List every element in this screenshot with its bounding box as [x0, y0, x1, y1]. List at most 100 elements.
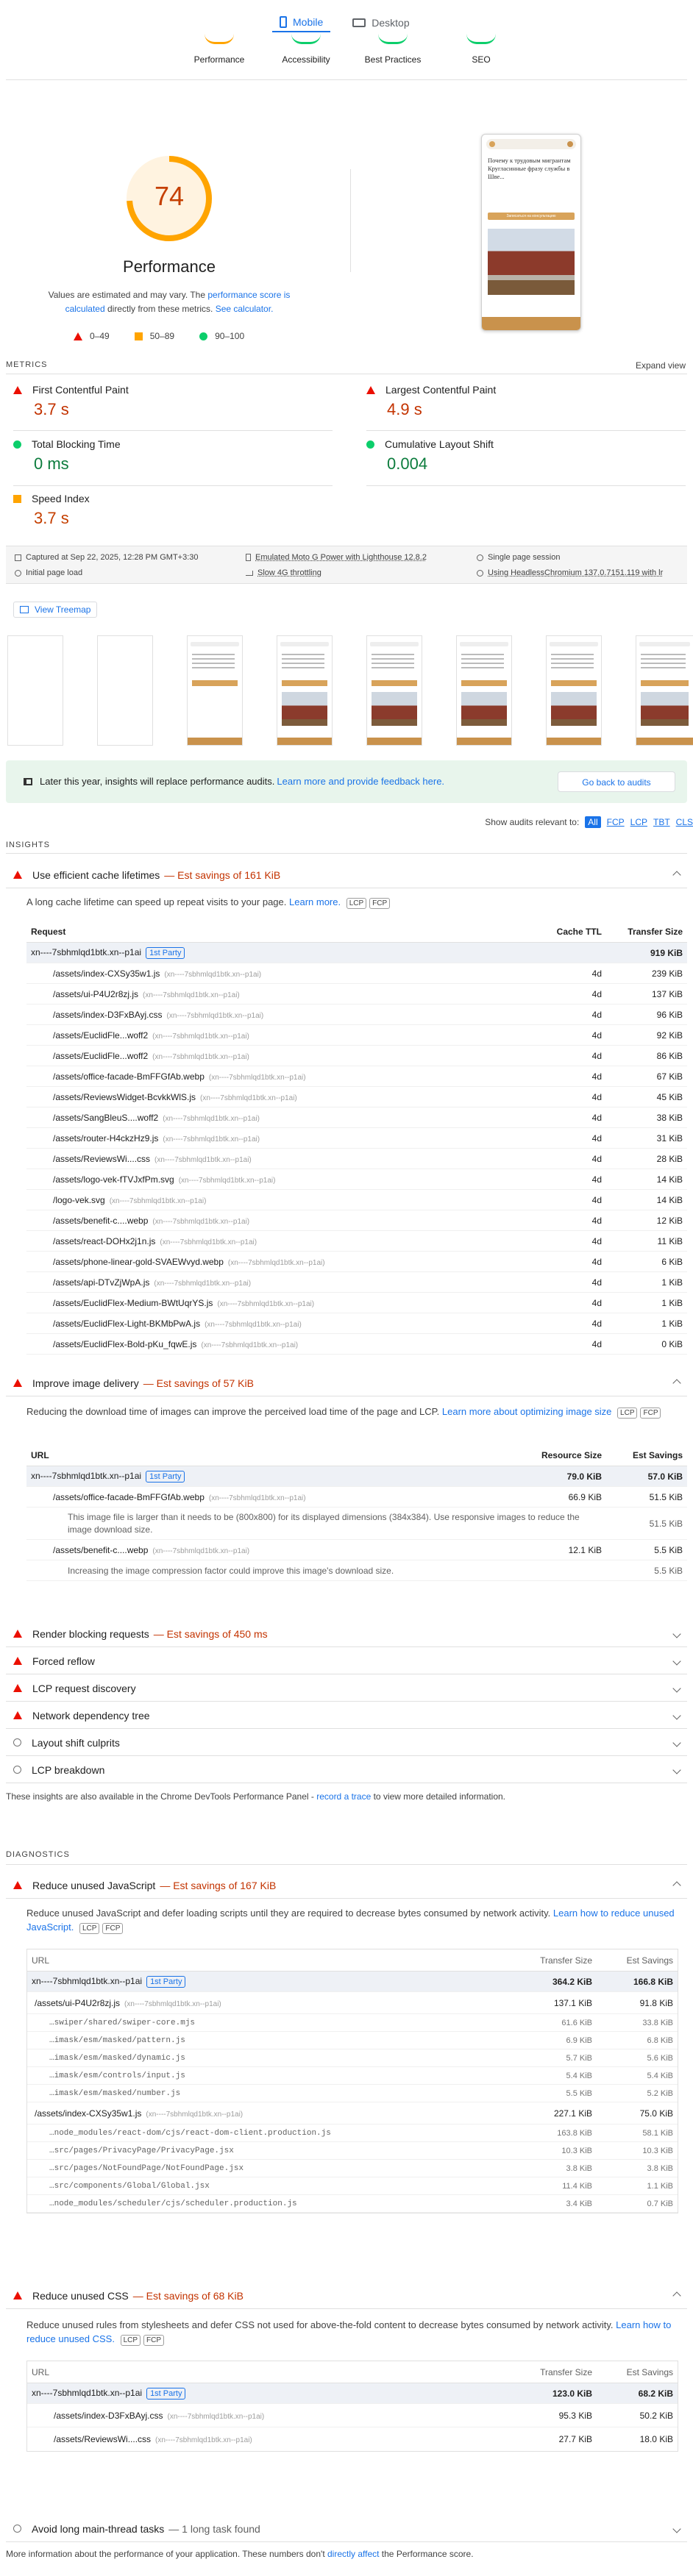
filmstrip-frame: [97, 635, 153, 746]
directly-affect-link[interactable]: directly affect: [327, 2549, 379, 2559]
expand-chevron-icon[interactable]: [672, 1738, 681, 1747]
row-url[interactable]: /assets/api-DTvZjWpA.js: [53, 1277, 149, 1288]
row-url[interactable]: /assets/logo-vek-fTVJxfPm.svg: [53, 1174, 174, 1185]
row-url[interactable]: /logo-vek.svg: [53, 1195, 105, 1205]
emulated-device[interactable]: Emulated Moto G Power with Lighthouse 12…: [255, 553, 427, 562]
filter-all[interactable]: All: [585, 816, 601, 828]
row-url[interactable]: /assets/index-CXSy35w1.js: [35, 2108, 141, 2119]
audit-collapsed[interactable]: Network dependency tree: [6, 1702, 687, 1729]
metric-lcp: Largest Contentful Paint 4.9 s: [366, 384, 675, 419]
row-origin: (xn----7sbhmlqd1btk.xn--p1ai): [154, 1155, 252, 1164]
go-back-to-audits-button[interactable]: Go back to audits: [558, 771, 675, 792]
category-tab-performance[interactable]: Performance: [184, 34, 255, 65]
filter-tbt[interactable]: TBT: [653, 817, 670, 827]
row-cache-ttl: 4d: [591, 1318, 602, 1329]
audit-cache-lifetimes[interactable]: Use efficient cache lifetimes — Est savi…: [6, 862, 687, 888]
row-url[interactable]: /assets/router-H4ckzHz9.js: [53, 1133, 158, 1143]
row-url[interactable]: /assets/ui-P4U2r8zj.js: [35, 1998, 120, 2008]
row-url[interactable]: /assets/office-facade-BmFFGfAb.webp: [53, 1492, 205, 1502]
audit-title: Layout shift culprits: [32, 1736, 120, 1749]
row-url[interactable]: /assets/EuclidFlex-Light-BKMbPwA.js: [53, 1319, 200, 1329]
table-row: /assets/index-D3FxBAyj.css (xn----7sbhmlq…: [27, 2404, 678, 2427]
source-size: 11.4 KiB: [562, 2181, 592, 2191]
tab-desktop-label: Desktop: [372, 17, 410, 29]
row-url[interactable]: /assets/index-D3FxBAyj.css: [54, 2411, 163, 2421]
learn-more-link[interactable]: Learn more about optimizing image size: [442, 1406, 612, 1417]
row-url[interactable]: /assets/benefit-c....webp: [53, 1545, 148, 1555]
category-tab-seo[interactable]: SEO: [446, 34, 516, 65]
row-url[interactable]: /assets/phone-linear-gold-SVAEWvyd.webp: [53, 1257, 224, 1267]
row-url[interactable]: /assets/ui-P4U2r8zj.js: [53, 989, 138, 999]
notice-feedback-link[interactable]: Learn more and provide feedback here.: [277, 776, 444, 787]
row-url[interactable]: /assets/EuclidFlex-Medium-BWtUqrYS.js: [53, 1298, 213, 1308]
audit-image-delivery[interactable]: Improve image delivery — Est savings of …: [6, 1370, 687, 1396]
table-subrow: This image file is larger than it needs …: [26, 1508, 687, 1540]
row-url[interactable]: /assets/EuclidFle...woff2: [53, 1051, 148, 1061]
row-url[interactable]: /assets/benefit-c....webp: [53, 1216, 148, 1226]
insights-footer-text: These insights are also available in the…: [6, 1791, 317, 1802]
table-row: /assets/EuclidFle...woff2 (xn----7sbhmlqd…: [26, 1025, 687, 1046]
collapse-chevron-icon[interactable]: [672, 1378, 681, 1388]
tab-desktop[interactable]: Desktop: [345, 14, 416, 32]
expand-chevron-icon[interactable]: [672, 1629, 681, 1638]
audit-title: Use efficient cache lifetimes: [32, 868, 160, 881]
audit-title: Reduce unused JavaScript: [32, 1879, 156, 1891]
calculator-link[interactable]: See calculator.: [216, 304, 274, 314]
audit-collapsed[interactable]: LCP breakdown: [6, 1757, 687, 1783]
record-trace-link[interactable]: record a trace: [316, 1791, 371, 1802]
source-size: 163.8 KiB: [557, 2128, 592, 2138]
row-url[interactable]: /assets/index-CXSy35w1.js: [53, 968, 160, 979]
expand-view-link[interactable]: Expand view: [636, 360, 686, 371]
audit-collapsed[interactable]: Forced reflow: [6, 1648, 687, 1674]
collapse-chevron-icon[interactable]: [672, 870, 681, 880]
row-url[interactable]: /assets/react-DOHx2j1n.js: [53, 1236, 155, 1246]
expand-chevron-icon[interactable]: [672, 1656, 681, 1666]
audit-collapsed[interactable]: Layout shift culprits: [6, 1730, 687, 1756]
row-savings: 75.0 KiB: [639, 2108, 673, 2119]
collapse-chevron-icon[interactable]: [672, 2291, 681, 2300]
table-row: /assets/api-DTvZjWpA.js (xn----7sbhmlqd1b…: [26, 1272, 687, 1293]
row-url[interactable]: /assets/office-facade-BmFFGfAb.webp: [53, 1071, 205, 1082]
row-url[interactable]: /assets/ReviewsWidget-BcvkkWlS.js: [53, 1092, 196, 1102]
divider: [13, 430, 333, 431]
audit-collapsed[interactable]: Render blocking requests — Est savings of…: [6, 1621, 687, 1647]
row-url[interactable]: /assets/index-D3FxBAyj.css: [53, 1010, 163, 1020]
row-origin: (xn----7sbhmlqd1btk.xn--p1ai): [166, 1011, 264, 1020]
expand-chevron-icon[interactable]: [672, 1765, 681, 1774]
insights-footer: These insights are also available in the…: [6, 1791, 505, 1802]
row-url[interactable]: /assets/EuclidFle...woff2: [53, 1030, 148, 1041]
tag-fcp: FCP: [369, 898, 391, 909]
col-url: URL: [32, 1955, 50, 1966]
expand-chevron-icon[interactable]: [672, 2524, 681, 2533]
filter-lcp[interactable]: LCP: [630, 817, 647, 827]
row-url[interactable]: /assets/ReviewsWi....css: [54, 2434, 151, 2444]
audit-description: Reduce unused JavaScript and defer loadi…: [26, 1906, 678, 1934]
tab-mobile[interactable]: Mobile: [272, 13, 331, 32]
filter-fcp[interactable]: FCP: [607, 817, 625, 827]
audit-unused-css[interactable]: Reduce unused CSS — Est savings of 68 Ki…: [6, 2283, 687, 2309]
average-square-icon: [134, 332, 143, 340]
view-treemap-button[interactable]: View Treemap: [13, 602, 98, 618]
expand-chevron-icon[interactable]: [672, 1683, 681, 1693]
expand-chevron-icon[interactable]: [672, 1710, 681, 1720]
row-url[interactable]: /assets/SangBleuS....woff2: [53, 1113, 158, 1123]
row-transfer-size: 0 KiB: [661, 1338, 683, 1349]
browser-version[interactable]: Using HeadlessChromium 137.0.7151.119 wi…: [488, 568, 663, 577]
row-transfer-size: 239 KiB: [651, 968, 683, 979]
category-tab-best-practices[interactable]: Best Practices: [356, 34, 430, 65]
collapse-chevron-icon[interactable]: [672, 1880, 681, 1890]
filter-label: Show audits relevant to:: [485, 817, 580, 827]
filter-cls[interactable]: CLS: [676, 817, 693, 827]
learn-more-link[interactable]: Learn more.: [289, 896, 341, 907]
audit-long-tasks[interactable]: Avoid long main-thread tasks — 1 long ta…: [6, 2516, 687, 2542]
category-tab-accessibility[interactable]: Accessibility: [271, 34, 341, 65]
table-header: URL Resource Size Est Savings: [26, 1444, 687, 1466]
row-origin: (xn----7sbhmlqd1btk.xn--p1ai): [143, 991, 240, 999]
row-url[interactable]: /assets/EuclidFlex-Bold-pKu_fqwE.js: [53, 1339, 196, 1349]
audit-collapsed[interactable]: LCP request discovery: [6, 1675, 687, 1702]
row-url[interactable]: /assets/ReviewsWi....css: [53, 1154, 150, 1164]
table-row: /assets/ui-P4U2r8zj.js (xn----7sbhmlqd1bt…: [27, 1992, 678, 2014]
row-origin: (xn----7sbhmlqd1btk.xn--p1ai): [152, 1052, 249, 1061]
audit-unused-javascript[interactable]: Reduce unused JavaScript — Est savings o…: [6, 1872, 687, 1899]
throttling[interactable]: Slow 4G throttling: [257, 568, 321, 577]
